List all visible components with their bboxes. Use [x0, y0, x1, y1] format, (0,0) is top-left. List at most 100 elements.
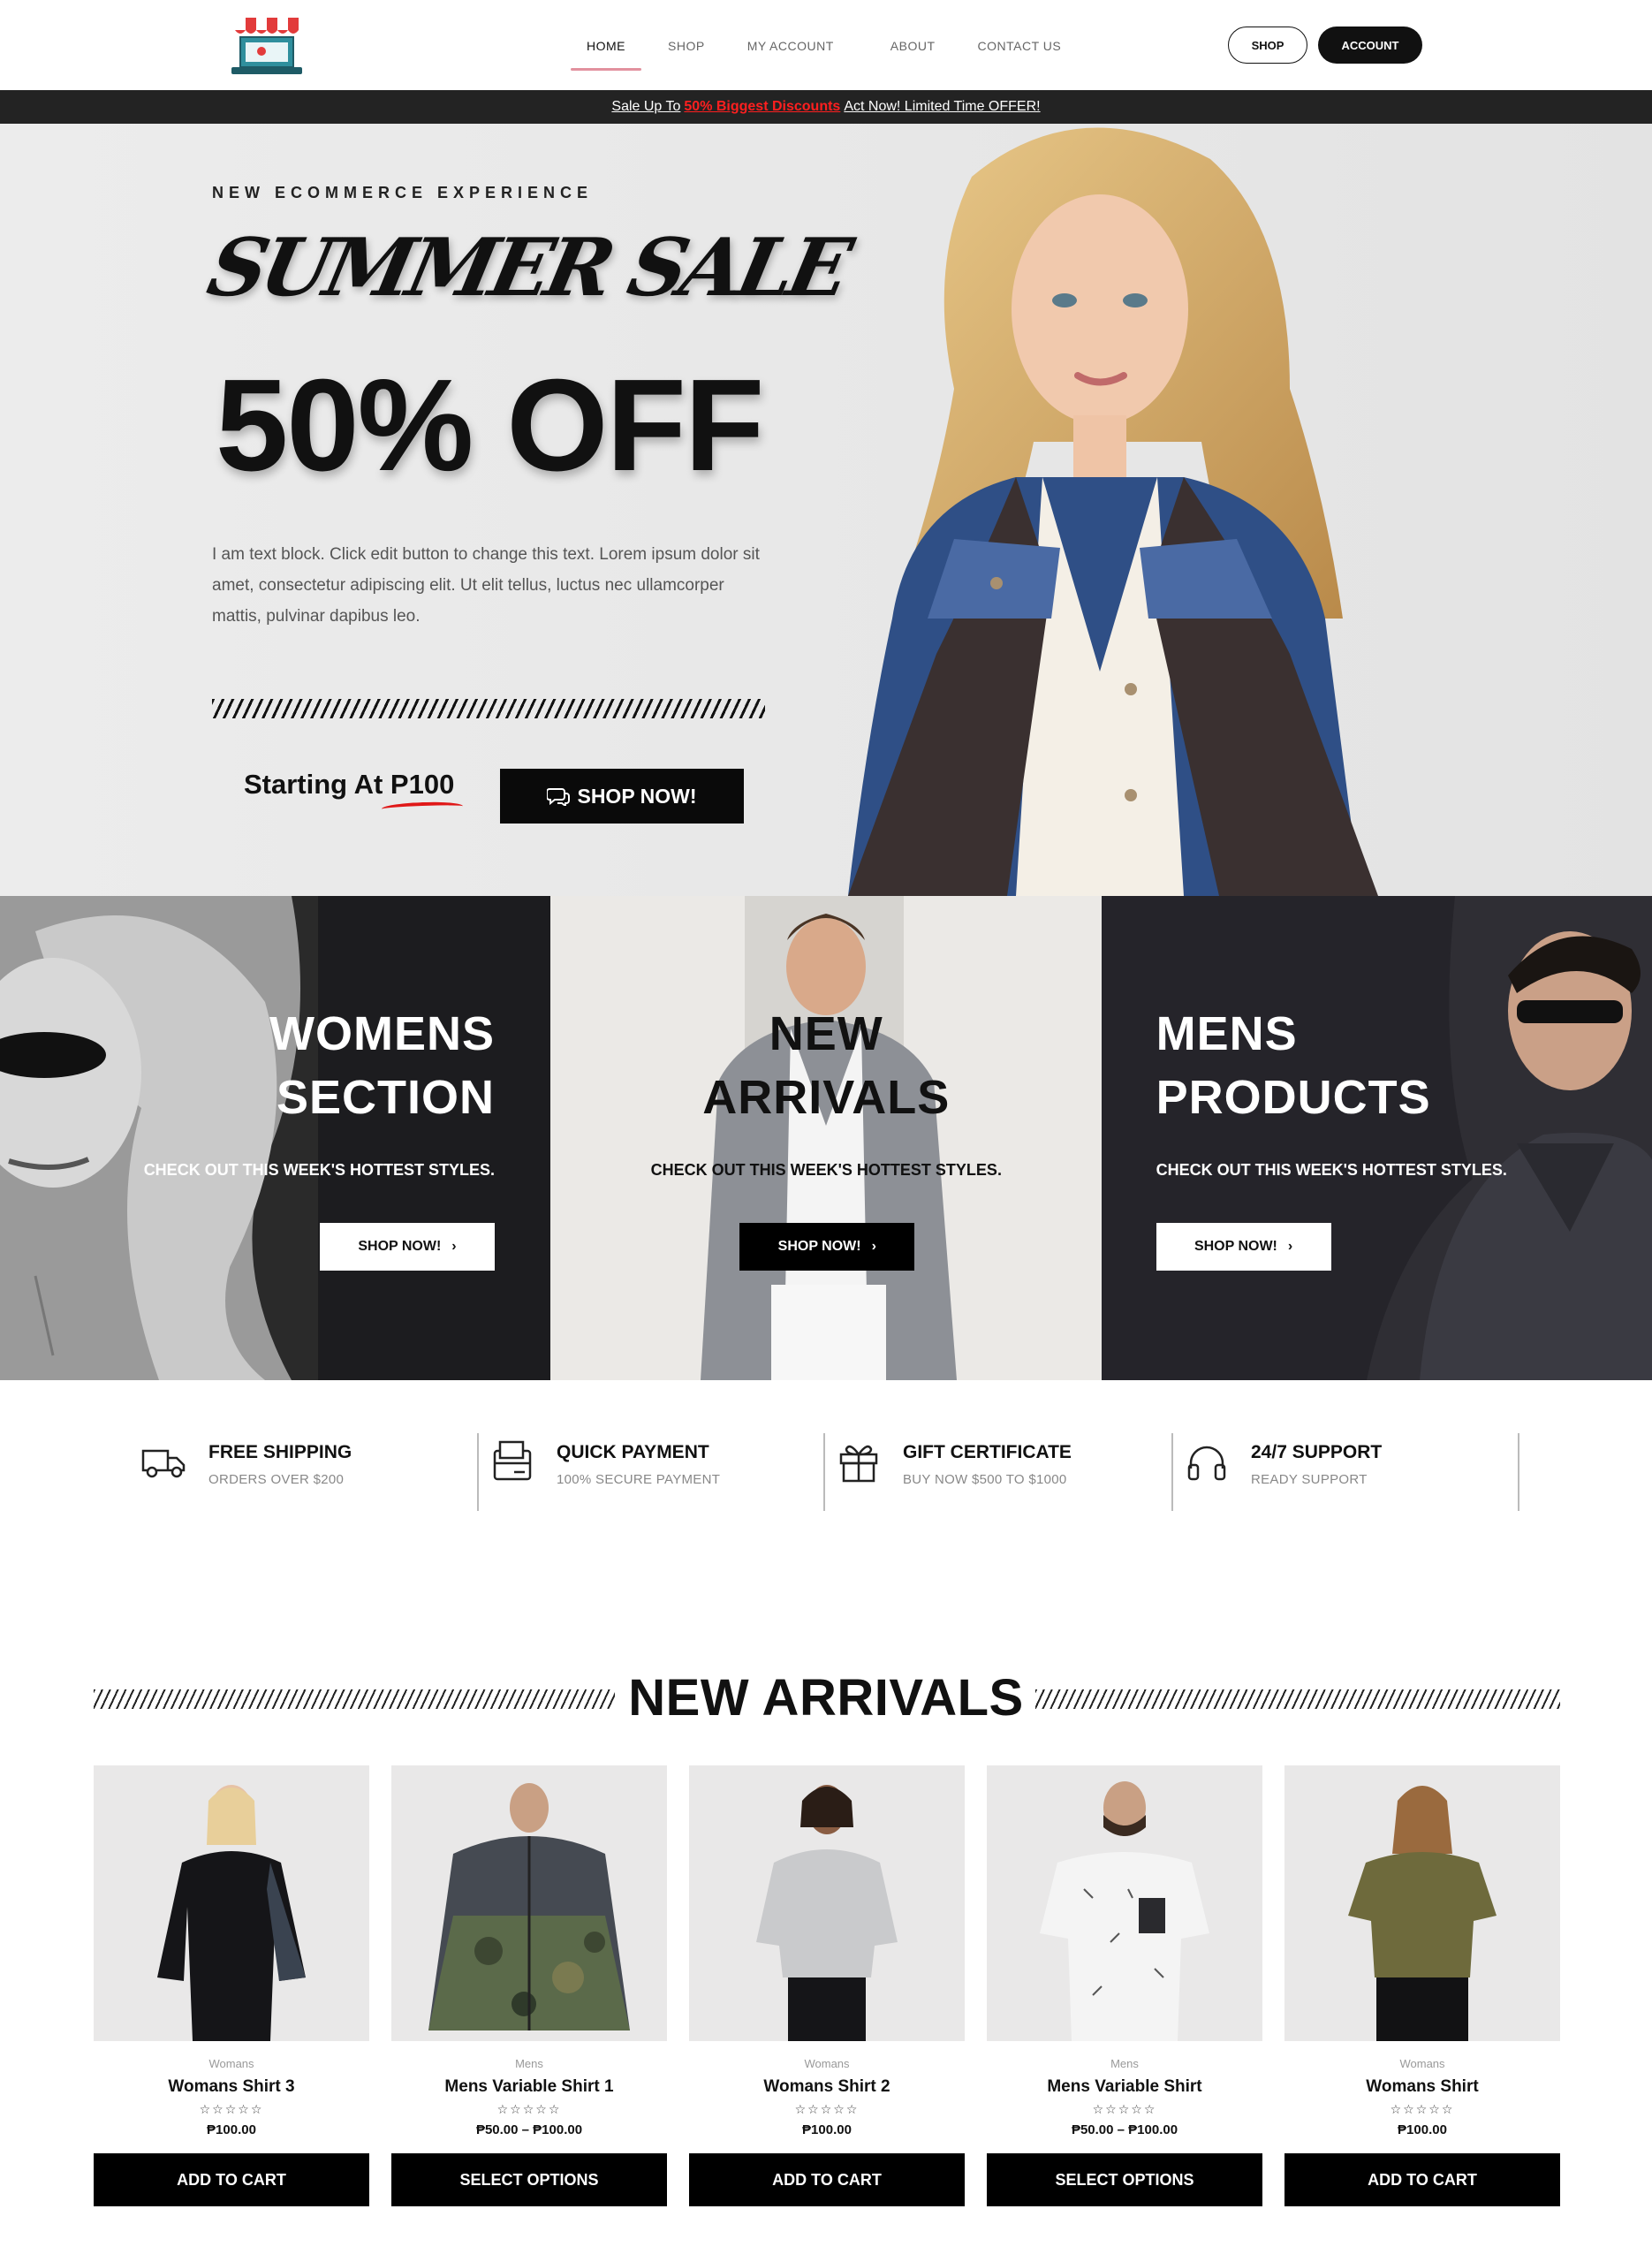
product-name[interactable]: Womans Shirt [1284, 2077, 1560, 2097]
nav-my-account[interactable]: MY ACCOUNT [726, 30, 855, 62]
product-category[interactable]: Womans [94, 2057, 369, 2070]
product-image[interactable] [391, 1765, 667, 2041]
product-card: Mens Mens Variable Shirt 1 ☆☆☆☆☆ ₱50.00 … [391, 1765, 667, 2206]
feature-title: FREE SHIPPING [208, 1442, 352, 1462]
mens-shop-now-button[interactable]: SHOP NOW! › [1156, 1223, 1331, 1271]
feature-divider [477, 1433, 479, 1511]
select-options-button[interactable]: SELECT OPTIONS [987, 2153, 1262, 2206]
category-tiles: WOMENS SECTION CHECK OUT THIS WEEK'S HOT… [0, 896, 1652, 1380]
new-arrivals-tile-image [550, 896, 1102, 1380]
hero-script-title: SUMMER SALE [200, 221, 855, 315]
feature-gift-certificate: GIFT CERTIFICATE BUY NOW $500 TO $1000 [834, 1433, 1072, 1513]
product-name[interactable]: Womans Shirt 3 [94, 2077, 369, 2097]
nav-contact-us[interactable]: CONTACT US [957, 30, 1083, 62]
feature-subtitle: 100% SECURE PAYMENT [557, 1472, 721, 1487]
product-card: Womans Womans Shirt ☆☆☆☆☆ ₱100.00 ADD TO… [1284, 1765, 1560, 2206]
womens-shop-now-button[interactable]: SHOP NOW! › [320, 1223, 495, 1271]
feature-title: 24/7 SUPPORT [1251, 1442, 1383, 1462]
womens-section-tile[interactable]: WOMENS SECTION CHECK OUT THIS WEEK'S HOT… [0, 896, 551, 1380]
hero-eyebrow: NEW ECOMMERCE EXPERIENCE [212, 184, 594, 201]
feature-title: GIFT CERTIFICATE [903, 1442, 1072, 1462]
product-price: ₱100.00 [1398, 2122, 1447, 2137]
hero-banner: NEW ECOMMERCE EXPERIENCE SUMMER SALE 50%… [0, 124, 1652, 896]
nav-home[interactable]: HOME [565, 30, 647, 71]
product-card: Mens Mens Variable Shirt ☆☆☆☆☆ ₱50.00 – … [987, 1765, 1262, 2206]
rating-stars: ☆☆☆☆☆ [199, 2102, 264, 2116]
product-name[interactable]: Mens Variable Shirt [987, 2077, 1262, 2097]
womens-title-line2: SECTION [276, 1071, 495, 1124]
womens-tile-title: WOMENS SECTION [0, 1002, 495, 1129]
promo-post: Act Now! Limited Time OFFER! [844, 99, 1041, 114]
product-image[interactable] [1284, 1765, 1560, 2041]
mens-title-line1: MENS [1156, 1007, 1298, 1060]
product-mens-variable-shirt-1-image [391, 1765, 667, 2041]
hero-model-image [848, 127, 1378, 896]
gift-icon [839, 1445, 878, 1483]
add-to-cart-button[interactable]: ADD TO CART [689, 2153, 965, 2206]
store-logo-icon[interactable] [228, 14, 306, 78]
header-shop-button[interactable]: SHOP [1228, 27, 1307, 64]
add-to-cart-button[interactable]: ADD TO CART [94, 2153, 369, 2206]
product-category[interactable]: Womans [689, 2057, 965, 2070]
new-arrivals-tile[interactable]: NEW ARRIVALS CHECK OUT THIS WEEK'S HOTTE… [550, 896, 1102, 1380]
promo-pre: Sale Up To [611, 99, 681, 114]
features-strip: FREE SHIPPING ORDERS OVER $200 QUICK PAY… [0, 1416, 1652, 1522]
product-category[interactable]: Mens [987, 2057, 1262, 2070]
feature-divider [1518, 1433, 1519, 1511]
hero-starting-price: P100 [390, 769, 455, 800]
chevron-right-icon: › [1287, 1239, 1293, 1254]
nav-shop[interactable]: SHOP [647, 30, 726, 62]
feature-support: 24/7 SUPPORT READY SUPPORT [1182, 1433, 1382, 1513]
product-name[interactable]: Mens Variable Shirt 1 [391, 2077, 667, 2097]
headphones-icon [1187, 1446, 1226, 1481]
chevron-right-icon: › [871, 1239, 876, 1254]
chat-icon [547, 788, 571, 806]
hero-cta-label: SHOP NOW! [577, 784, 697, 808]
feature-subtitle: READY SUPPORT [1251, 1472, 1368, 1487]
add-to-cart-button[interactable]: ADD TO CART [1284, 2153, 1560, 2206]
mens-products-tile[interactable]: MENS PRODUCTS CHECK OUT THIS WEEK'S HOTT… [1101, 896, 1652, 1380]
rating-stars: ☆☆☆☆☆ [496, 2102, 562, 2116]
product-card: Womans Womans Shirt 3 ☆☆☆☆☆ ₱100.00 ADD … [94, 1765, 369, 2206]
payment-icon [493, 1440, 532, 1481]
new-arrivals-shop-now-button[interactable]: SHOP NOW! › [739, 1223, 915, 1271]
hero-body-text: I am text block. Click edit button to ch… [212, 545, 760, 626]
hero-shop-now-button[interactable]: SHOP NOW! [500, 769, 744, 824]
product-price: ₱50.00 – ₱100.00 [475, 2122, 583, 2137]
mens-shop-now-label: SHOP NOW! [1194, 1239, 1277, 1254]
product-price: ₱100.00 [207, 2122, 256, 2137]
feature-divider [823, 1433, 825, 1511]
feature-subtitle: BUY NOW $500 TO $1000 [903, 1472, 1067, 1487]
new-arrivals-title-line2: ARRIVALS [702, 1071, 951, 1124]
product-name[interactable]: Womans Shirt 2 [689, 2077, 965, 2097]
new-arrivals-hatch-right [1035, 1689, 1560, 1709]
hero-starting-at: Starting At P100 [244, 769, 454, 801]
product-category[interactable]: Mens [391, 2057, 667, 2070]
product-price: ₱100.00 [802, 2122, 852, 2137]
product-womans-shirt-3-image [94, 1765, 369, 2041]
hero-hatch-divider [212, 699, 765, 718]
header-account-button[interactable]: ACCOUNT [1318, 27, 1422, 64]
rating-stars: ☆☆☆☆☆ [1092, 2102, 1157, 2116]
new-arrivals-shop-now-label: SHOP NOW! [777, 1239, 861, 1254]
rating-stars: ☆☆☆☆☆ [1390, 2102, 1455, 2116]
feature-title: QUICK PAYMENT [557, 1442, 709, 1462]
feature-quick-payment: QUICK PAYMENT 100% SECURE PAYMENT [488, 1433, 720, 1513]
product-category[interactable]: Womans [1284, 2057, 1560, 2070]
mens-tile-image [1101, 896, 1652, 1380]
new-arrivals-tile-title: NEW ARRIVALS [550, 1002, 1101, 1129]
hero-starting-label: Starting At [244, 769, 383, 800]
site-header: HOME SHOP MY ACCOUNT ABOUT CONTACT US SH… [0, 0, 1652, 90]
product-image[interactable] [94, 1765, 369, 2041]
chevron-right-icon: › [451, 1239, 457, 1254]
promo-bar[interactable]: Sale Up To 50% Biggest Discounts Act Now… [0, 90, 1652, 124]
product-image[interactable] [689, 1765, 965, 2041]
mens-title-line2: PRODUCTS [1156, 1071, 1431, 1124]
nav-about[interactable]: ABOUT [855, 30, 957, 62]
new-arrivals-title-line1: NEW [769, 1007, 883, 1060]
product-image[interactable] [987, 1765, 1262, 2041]
mens-tile-title: MENS PRODUCTS [1156, 1002, 1431, 1129]
feature-subtitle: ORDERS OVER $200 [208, 1472, 345, 1487]
product-price: ₱50.00 – ₱100.00 [1071, 2122, 1178, 2137]
select-options-button[interactable]: SELECT OPTIONS [391, 2153, 667, 2206]
